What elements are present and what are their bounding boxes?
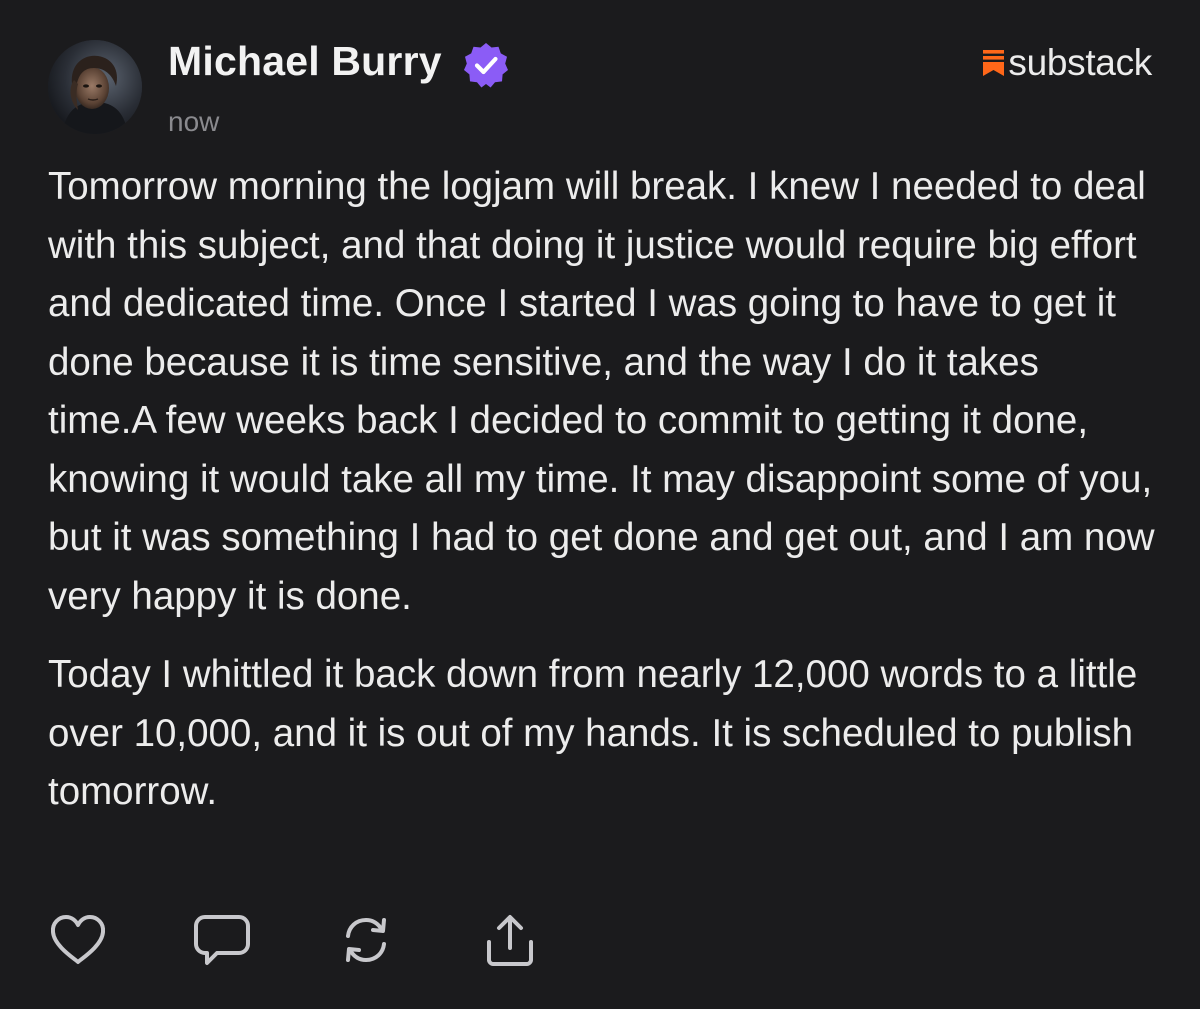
like-button[interactable]	[48, 910, 108, 970]
comment-button[interactable]	[192, 910, 252, 970]
post-paragraph: Today I whittled it back down from nearl…	[48, 653, 1138, 813]
share-button[interactable]	[480, 910, 540, 970]
comment-icon	[194, 915, 250, 965]
post-paragraph: Tomorrow morning the logjam will break. …	[48, 165, 1155, 618]
heart-icon	[50, 915, 106, 964]
brand-name: substack	[1008, 42, 1152, 83]
author-avatar[interactable]	[48, 40, 142, 134]
author-name[interactable]: Michael Burry	[168, 38, 442, 85]
avatar-portrait-icon	[48, 40, 142, 134]
post-actions	[48, 910, 624, 970]
verified-badge-icon	[464, 43, 508, 88]
restack-icon	[346, 917, 386, 963]
note-card: Michael Burry now substack Tomorrow morn…	[0, 0, 1200, 1009]
substack-brand[interactable]: substack	[983, 42, 1152, 84]
post-timestamp: now	[168, 106, 220, 137]
share-icon	[487, 915, 533, 966]
substack-logo-icon	[983, 50, 1005, 76]
restack-button[interactable]	[336, 910, 396, 970]
post-body: Tomorrow morning the logjam will break. …	[48, 158, 1156, 822]
